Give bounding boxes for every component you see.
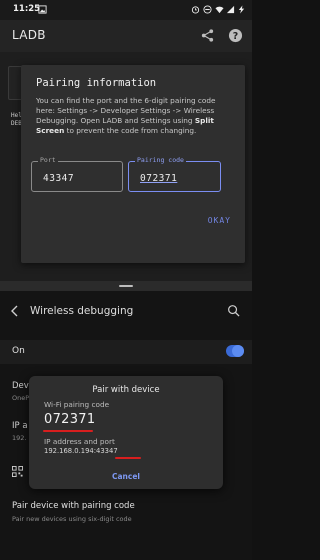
port-field[interactable]: Port 43347 bbox=[31, 156, 123, 192]
pair-with-code-title[interactable]: Pair device with pairing code bbox=[12, 501, 135, 511]
port-annotation-underline bbox=[115, 457, 141, 459]
on-label: On bbox=[12, 346, 25, 356]
back-arrow-icon[interactable] bbox=[10, 305, 20, 317]
image-icon bbox=[38, 5, 47, 14]
signal-icon bbox=[226, 5, 235, 14]
pairing-code-field[interactable]: Pairing code 072371 bbox=[128, 156, 221, 192]
divider-handle[interactable] bbox=[119, 285, 133, 287]
wifi-pairing-code-value: 072371 bbox=[44, 412, 96, 427]
dialog-message: You can find the port and the 6-digit pa… bbox=[36, 96, 236, 136]
ip-address-title[interactable]: IP a bbox=[12, 421, 28, 431]
device-name-value: OneP bbox=[12, 394, 30, 402]
dialog-message-text: You can find the port and the 6-digit pa… bbox=[36, 96, 216, 125]
dnd-icon bbox=[203, 5, 212, 14]
port-label: Port bbox=[38, 156, 58, 164]
okay-button[interactable]: OKAY bbox=[208, 216, 231, 225]
qr-code-icon[interactable] bbox=[12, 466, 23, 477]
pairing-information-dialog: Pairing information You can find the por… bbox=[21, 65, 245, 263]
settings-header: Wireless debugging bbox=[0, 300, 252, 326]
status-time: 11:25 bbox=[13, 4, 41, 14]
search-icon[interactable] bbox=[227, 304, 240, 317]
split-screen-divider[interactable] bbox=[0, 281, 252, 291]
ladb-app-pane: 11:25 LADB ? Hel DEB Pairing information… bbox=[0, 0, 252, 281]
wireless-debugging-switch-row[interactable]: On bbox=[0, 340, 252, 364]
pair-dialog-title: Pair with device bbox=[92, 385, 160, 395]
wifi-pairing-code-label: Wi-Fi pairing code bbox=[44, 400, 110, 409]
port-value: 43347 bbox=[43, 173, 75, 184]
alarm-icon bbox=[191, 6, 200, 14]
ip-address-value: 192. bbox=[12, 434, 27, 442]
app-bar: LADB ? bbox=[0, 20, 252, 52]
settings-pane: Wireless debugging On Devi OneP IP a 192… bbox=[0, 291, 252, 560]
status-bar: 11:25 bbox=[0, 0, 252, 20]
pair-with-code-subtitle: Pair new devices using six-digit code bbox=[12, 515, 132, 523]
pairing-code-value: 072371 bbox=[140, 173, 178, 184]
share-icon[interactable] bbox=[200, 28, 215, 43]
app-title: LADB bbox=[12, 28, 46, 42]
ip-port-value: 192.168.0.194:43347 bbox=[44, 447, 118, 455]
pairing-code-label: Pairing code bbox=[135, 156, 186, 164]
battery-icon bbox=[238, 5, 245, 14]
settings-title: Wireless debugging bbox=[30, 305, 134, 317]
wifi-icon bbox=[215, 6, 224, 14]
dialog-message-text: to prevent the code from changing. bbox=[64, 126, 197, 135]
pair-with-device-dialog: Pair with device Wi-Fi pairing code 0723… bbox=[29, 376, 223, 489]
dialog-title: Pairing information bbox=[36, 77, 157, 89]
wireless-debugging-toggle[interactable] bbox=[226, 345, 244, 357]
code-annotation-underline bbox=[43, 430, 93, 432]
ip-port-label: IP address and port bbox=[44, 437, 115, 446]
svg-text:?: ? bbox=[233, 31, 238, 42]
cancel-button[interactable]: Cancel bbox=[29, 472, 223, 481]
help-icon[interactable]: ? bbox=[228, 28, 243, 43]
